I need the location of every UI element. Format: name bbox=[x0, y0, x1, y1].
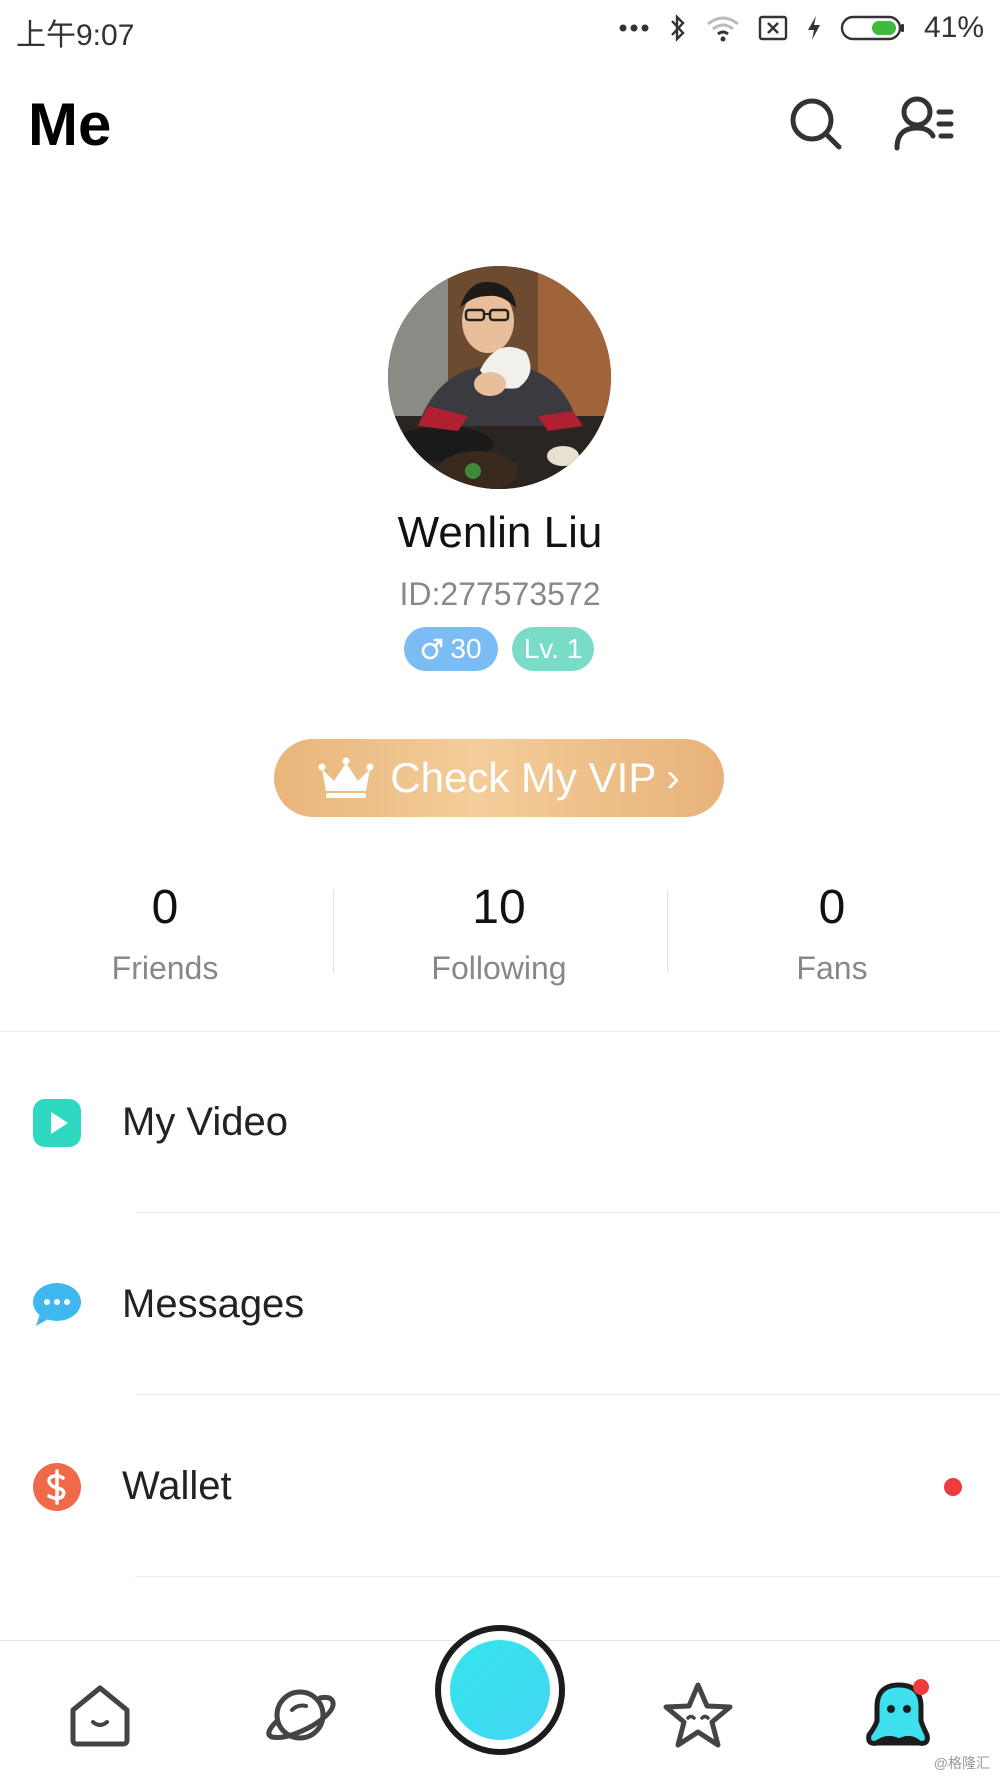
chevron-right-icon: › bbox=[666, 755, 680, 800]
male-icon bbox=[422, 638, 443, 660]
check-vip-button[interactable]: Check My VIP › bbox=[274, 739, 724, 817]
menu-divider bbox=[135, 1576, 1000, 1577]
user-id: ID:277573572 bbox=[399, 576, 601, 612]
stat-fans[interactable]: 0 Fans bbox=[667, 880, 997, 987]
search-icon bbox=[790, 98, 842, 150]
dollar-icon bbox=[33, 1463, 81, 1511]
me-icon bbox=[866, 1679, 930, 1746]
page-title: Me bbox=[28, 91, 112, 158]
menu-label: Messages bbox=[122, 1282, 305, 1326]
nav-favorites[interactable] bbox=[658, 1675, 738, 1755]
record-circle-icon bbox=[431, 1621, 569, 1759]
friends-count: 0 bbox=[151, 881, 179, 934]
status-time: 上午9:07 bbox=[16, 19, 135, 52]
profile-settings-button[interactable] bbox=[893, 92, 957, 156]
battery-icon bbox=[840, 14, 906, 42]
menu-item-wallet[interactable]: Wallet bbox=[0, 1396, 1000, 1577]
stat-friends[interactable]: 0 Friends bbox=[0, 880, 330, 987]
age-value: 30 bbox=[450, 633, 482, 664]
nav-home[interactable] bbox=[60, 1675, 140, 1755]
menu-item-messages[interactable]: Messages bbox=[0, 1214, 1000, 1395]
planet-icon bbox=[266, 1689, 336, 1741]
notification-dot bbox=[944, 1478, 962, 1496]
vip-label: Check My VIP bbox=[390, 754, 657, 801]
user-list-icon bbox=[894, 96, 954, 151]
status-bar: 上午9:07 41% bbox=[0, 0, 1000, 58]
watermark: @格隆汇 bbox=[933, 1755, 990, 1771]
wifi-icon bbox=[706, 14, 740, 42]
avatar[interactable] bbox=[388, 266, 611, 489]
friends-label: Friends bbox=[111, 950, 219, 986]
fans-count: 0 bbox=[818, 881, 846, 934]
following-label: Following bbox=[431, 950, 567, 986]
more-dots-icon bbox=[618, 23, 650, 33]
play-icon bbox=[33, 1099, 81, 1147]
menu-label: My Video bbox=[122, 1100, 289, 1144]
menu-label: Wallet bbox=[122, 1464, 232, 1508]
bluetooth-icon bbox=[668, 13, 688, 43]
following-count: 10 bbox=[472, 881, 526, 934]
record-button[interactable] bbox=[431, 1621, 569, 1759]
battery-percent: 41% bbox=[923, 11, 984, 44]
crown-icon bbox=[318, 757, 374, 798]
level-value: Lv. 1 bbox=[523, 633, 583, 664]
bottom-nav: @格隆汇 bbox=[0, 1621, 1000, 1779]
avatar-photo bbox=[388, 266, 611, 489]
nav-me[interactable] bbox=[858, 1675, 938, 1755]
age-badge: 30 bbox=[404, 627, 498, 671]
menu-divider bbox=[135, 1212, 1000, 1213]
nav-discover[interactable] bbox=[260, 1675, 340, 1755]
no-sim-icon bbox=[758, 15, 788, 41]
search-button[interactable] bbox=[784, 92, 848, 156]
star-icon bbox=[663, 1682, 733, 1748]
user-name: Wenlin Liu bbox=[397, 508, 603, 557]
status-icons: 41% bbox=[618, 8, 984, 48]
stat-following[interactable]: 10 Following bbox=[334, 880, 664, 987]
fans-label: Fans bbox=[796, 950, 868, 986]
level-badge: Lv. 1 bbox=[512, 627, 594, 671]
menu-divider bbox=[135, 1394, 1000, 1395]
menu-item-my-video[interactable]: My Video bbox=[0, 1032, 1000, 1213]
home-icon bbox=[70, 1685, 130, 1747]
chat-bubble-icon bbox=[33, 1283, 81, 1326]
charging-icon bbox=[806, 14, 822, 42]
